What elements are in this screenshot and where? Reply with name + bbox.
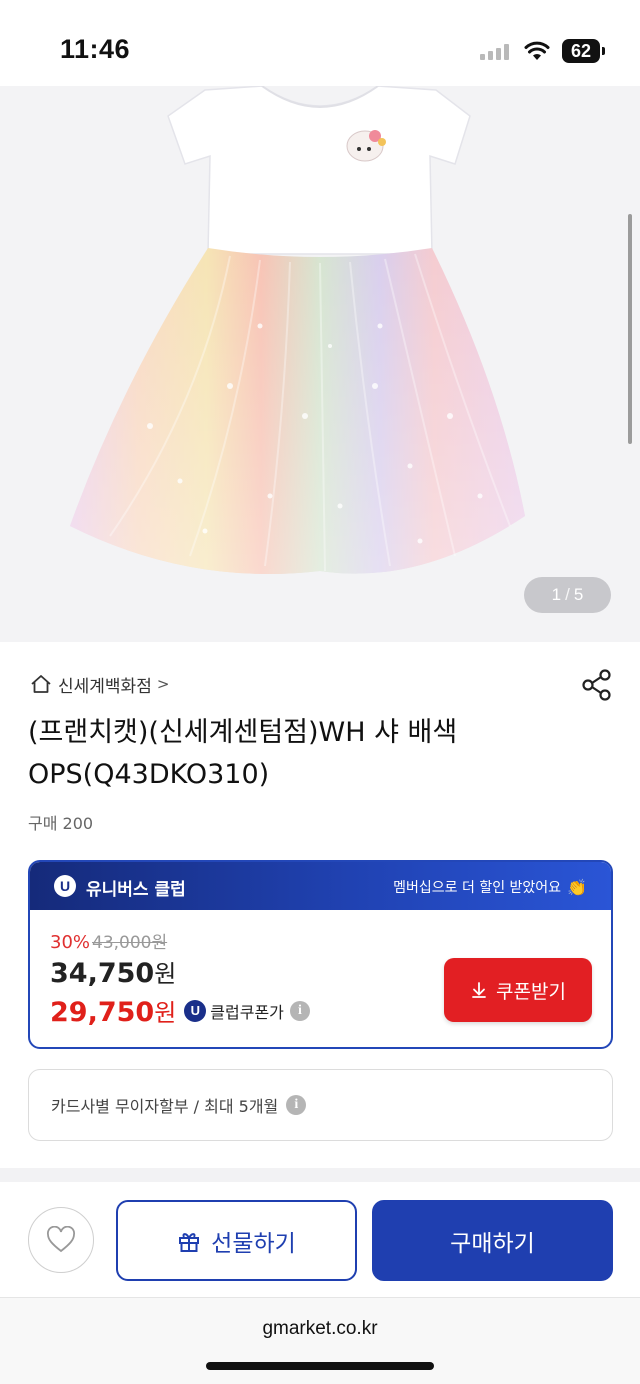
product-image[interactable] [0, 86, 640, 642]
gift-button[interactable]: 선물하기 [116, 1200, 357, 1281]
get-coupon-button[interactable]: 쿠폰받기 [444, 958, 592, 1022]
section-divider [0, 1168, 640, 1182]
chevron-right-icon: > [156, 675, 170, 693]
clapping-hands-icon: 👏 [567, 877, 587, 897]
club-title: 유니버스 클럽 [86, 880, 186, 900]
image-total: 5 [573, 585, 584, 604]
status-time: 11:46 [60, 34, 131, 64]
discount-row: 30% 43,000원 [50, 928, 167, 953]
get-coupon-label: 쿠폰받기 [496, 980, 566, 1003]
club-coupon-badge-icon: U [184, 999, 207, 1022]
scroll-indicator[interactable] [628, 214, 632, 444]
image-counter: 1/5 [524, 577, 611, 613]
url-text: gmarket.co.kr [262, 1318, 378, 1339]
share-icon[interactable] [580, 668, 614, 702]
battery-icon: 62 [562, 39, 606, 63]
club-note: 멤버십으로 더 할인 받았어요 👏 [393, 877, 587, 897]
product-title: (프랜치캣)(신세계센텀점)WH 샤 배색 OPS(Q43DKO310) [28, 712, 588, 796]
club-price: 29,750원 [50, 993, 176, 1028]
sale-price: 34,750원 [50, 954, 176, 989]
original-price: 43,000원 [92, 933, 168, 953]
browser-url-bar[interactable]: gmarket.co.kr [0, 1297, 640, 1384]
club-price-value: 29,750 [50, 997, 155, 1028]
product-title-line-1: (프랜치캣)(신세계센텀점)WH 샤 배색 [28, 717, 458, 748]
wifi-icon [524, 41, 550, 60]
battery-level: 62 [562, 39, 600, 63]
club-coupon-label: 클럽쿠폰가 [210, 1002, 284, 1022]
purchase-count: 구매 200 [28, 814, 94, 833]
gift-label: 선물하기 [211, 1230, 296, 1257]
dress-illustration [70, 86, 525, 574]
store-name: 신세계백화점 [58, 676, 152, 697]
sale-price-unit: 원 [154, 960, 177, 988]
bottom-action-bar: 선물하기 구매하기 [0, 1182, 640, 1297]
wishlist-button[interactable] [28, 1207, 94, 1273]
club-header: U 유니버스 클럽 멤버십으로 더 할인 받았어요 👏 [30, 862, 611, 910]
store-link[interactable]: 신세계백화점 > [30, 672, 170, 697]
home-indicator[interactable] [206, 1362, 434, 1370]
image-counter-separator: / [565, 585, 570, 604]
gift-icon [179, 1232, 200, 1252]
installment-info[interactable]: 카드사별 무이자할부 / 최대 5개월 i [28, 1069, 613, 1141]
club-price-unit: 원 [154, 999, 177, 1027]
image-current: 1 [551, 585, 562, 604]
buy-button[interactable]: 구매하기 [372, 1200, 613, 1281]
club-note-text: 멤버십으로 더 할인 받았어요 [393, 880, 562, 896]
product-title-line-2: OPS(Q43DKO310) [28, 759, 270, 790]
cellular-signal-icon [480, 44, 512, 60]
installment-text: 카드사별 무이자할부 / 최대 5개월 [51, 1097, 279, 1116]
info-icon[interactable]: i [289, 1000, 310, 1021]
heart-icon [47, 1226, 75, 1253]
universe-club-badge-icon: U [54, 875, 76, 897]
status-bar: 11:46 62 [0, 0, 640, 90]
buy-label: 구매하기 [450, 1230, 535, 1257]
download-icon [472, 982, 486, 998]
universe-club-card: U 유니버스 클럽 멤버십으로 더 할인 받았어요 👏 30% 43,000원 … [28, 860, 613, 1049]
info-icon[interactable]: i [286, 1095, 307, 1115]
club-price-row: 29,750원 U 클럽쿠폰가 i [50, 993, 310, 1028]
discount-rate: 30% [50, 932, 91, 953]
home-icon [31, 675, 51, 693]
sale-price-value: 34,750 [50, 958, 155, 989]
